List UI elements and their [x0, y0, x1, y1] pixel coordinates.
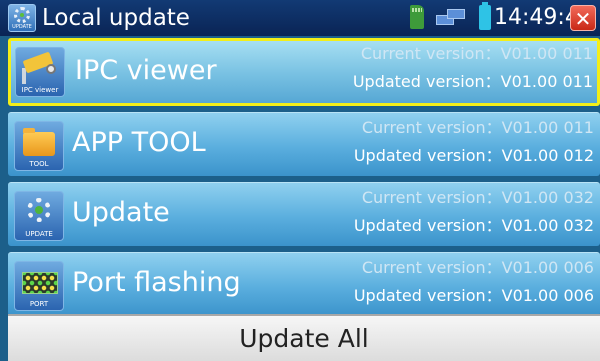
list-item-update[interactable]: UPDATE Update Current version：V01.00 032… [8, 182, 600, 246]
update-all-button[interactable]: Update All [8, 314, 600, 361]
list-item-app-tool[interactable]: TOOL APP TOOL Current version：V01.00 011… [8, 112, 600, 176]
item-name: Update [72, 197, 170, 228]
item-name: IPC viewer [75, 55, 217, 86]
network-icon [436, 9, 466, 27]
folder-tool-icon: TOOL [14, 121, 64, 171]
current-version: Current version：V01.00 032 [361, 188, 594, 207]
updated-version: Updated version：V01.00 012 [353, 146, 594, 165]
camera-icon: IPC viewer [15, 47, 65, 97]
updated-version: Updated version：V01.00 006 [353, 286, 594, 305]
app-icon-caption: UPDATE [12, 24, 32, 30]
icon-caption: IPC viewer [21, 86, 59, 94]
gear-icon [14, 7, 30, 23]
icon-caption: UPDATE [25, 230, 53, 238]
current-version: Current version：V01.00 006 [361, 258, 594, 277]
list-item-ipc-viewer[interactable]: IPC viewer IPC viewer Current version：V0… [8, 38, 600, 106]
current-version: Current version：V01.00 011 [361, 118, 594, 137]
icon-caption: PORT [29, 300, 49, 308]
window-title: Local update [42, 5, 190, 31]
battery-icon [479, 2, 491, 30]
update-gear-icon: UPDATE [14, 191, 64, 241]
current-version: Current version：V01.00 011 [360, 44, 593, 63]
item-name: APP TOOL [72, 127, 206, 158]
close-button[interactable]: ✕ [570, 5, 596, 31]
updated-version: Updated version：V01.00 011 [352, 72, 593, 91]
sd-card-icon [410, 5, 424, 29]
updated-version: Updated version：V01.00 032 [353, 216, 594, 235]
list-item-port-flashing[interactable]: PORT Port flashing Current version：V01.0… [8, 252, 600, 316]
icon-caption: TOOL [29, 160, 49, 168]
update-app-icon: UPDATE [8, 4, 36, 32]
update-list: IPC viewer IPC viewer Current version：V0… [0, 36, 600, 316]
title-bar: UPDATE Local update 14:49:46 ✕ [0, 0, 600, 36]
port-icon: PORT [14, 261, 64, 311]
item-name: Port flashing [72, 267, 241, 298]
